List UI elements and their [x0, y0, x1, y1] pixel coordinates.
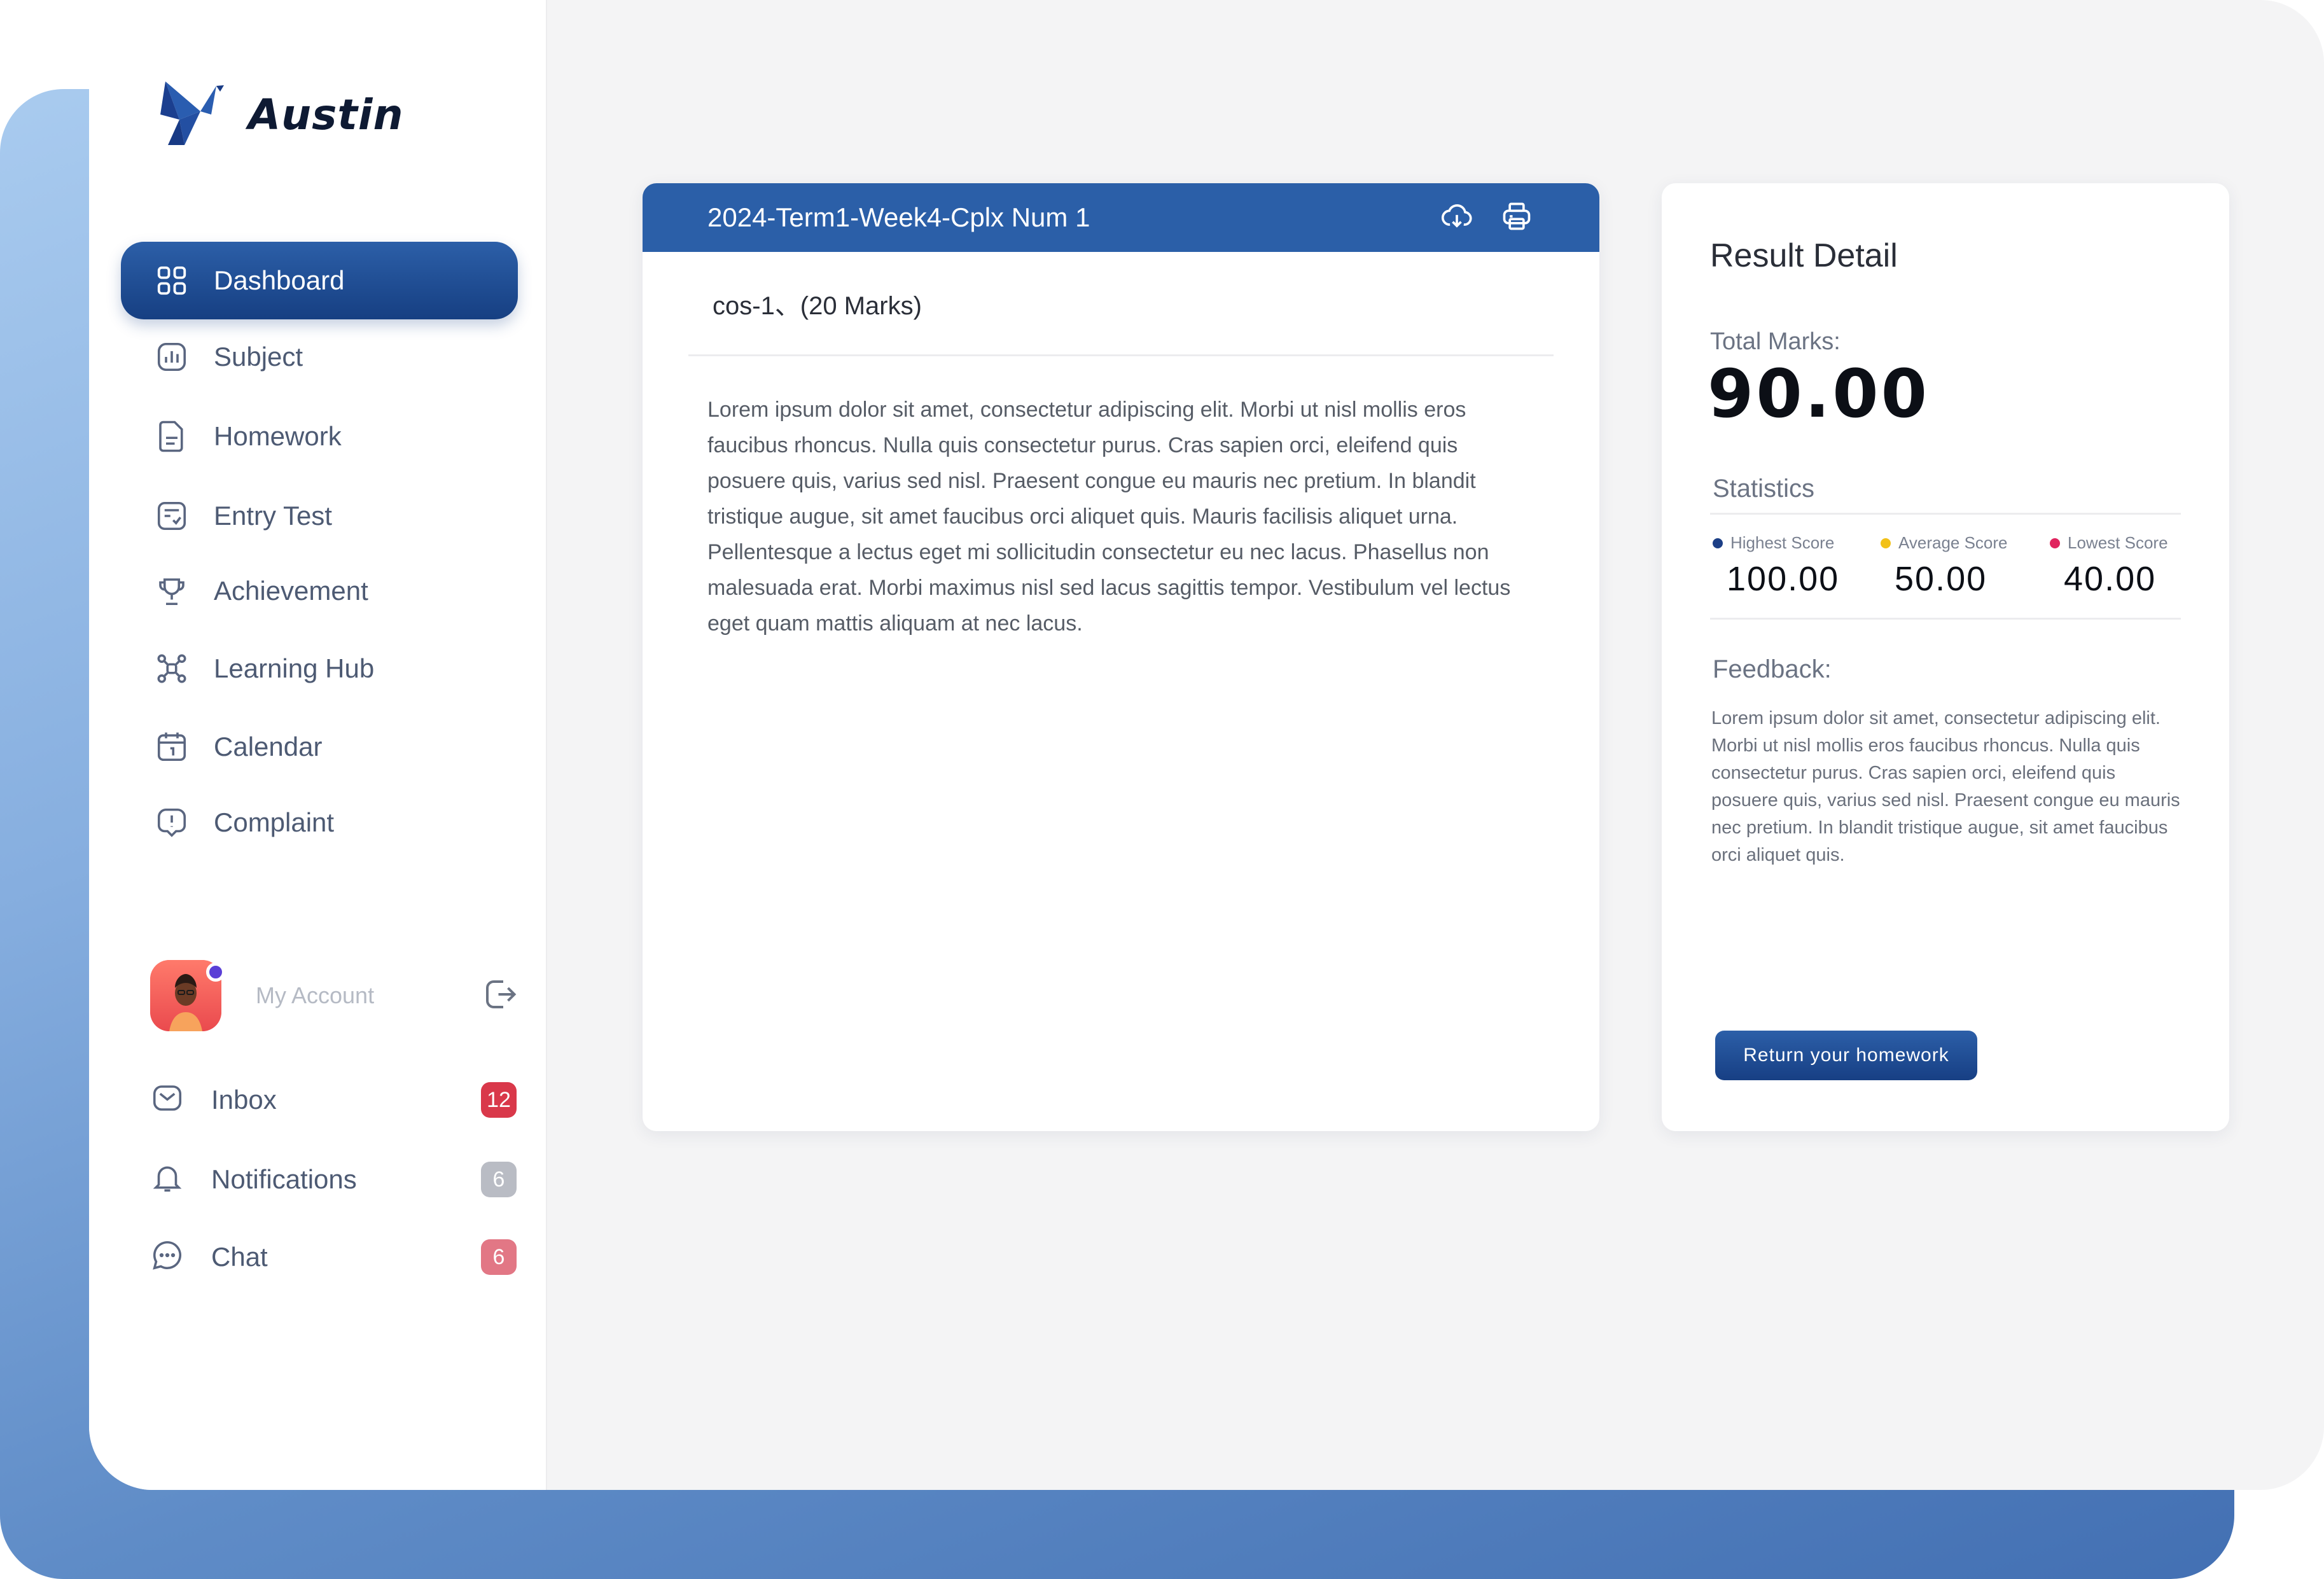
legend-dot-icon: [1881, 538, 1891, 548]
nav-label: Learning Hub: [214, 653, 375, 683]
sidebar-item-chat[interactable]: Chat 6: [150, 1228, 519, 1286]
question-body-text: Lorem ipsum dolor sit amet, consectetur …: [707, 398, 1511, 636]
test-icon: [153, 497, 191, 535]
notifications-label: Notifications: [211, 1164, 357, 1194]
nav-item-complaint[interactable]: Complaint: [121, 784, 518, 861]
legend-dot-icon: [1713, 538, 1723, 548]
dashboard-icon: [153, 261, 191, 300]
legend-dot-icon: [2050, 538, 2060, 548]
print-icon[interactable]: [1500, 200, 1536, 235]
homework-title: 2024-Term1-Week4-Cplx Num 1: [707, 202, 1090, 232]
sidebar-item-notifications[interactable]: Notifications 6: [150, 1151, 519, 1208]
complaint-icon: [153, 803, 191, 842]
notifications-count-badge: 6: [481, 1162, 517, 1197]
bird-logo-icon: [160, 81, 224, 145]
app-window: Austin Dashboard Subject Homework Entry …: [89, 0, 2324, 1490]
nav-label: Dashboard: [214, 265, 345, 295]
inbox-count-badge: 12: [481, 1082, 517, 1118]
nav-item-dashboard[interactable]: Dashboard: [121, 242, 518, 319]
document-icon: [153, 417, 191, 456]
nav-item-learning-hub[interactable]: Learning Hub: [121, 630, 518, 707]
network-icon: [153, 650, 191, 688]
divider: [1710, 618, 2181, 620]
account-row: My Account: [150, 957, 519, 1034]
chat-count-badge: 6: [481, 1239, 517, 1275]
my-account-link[interactable]: My Account: [256, 982, 481, 1009]
trophy-icon: [153, 572, 191, 610]
question-heading: cos-1、(20 Marks): [688, 252, 1554, 356]
feedback-label: Feedback:: [1713, 655, 1832, 683]
stat-value: 40.00: [2064, 560, 2157, 598]
homework-card: 2024-Term1-Week4-Cplx Num 1 cos-1、(20 Ma…: [643, 183, 1599, 1131]
total-marks-label: Total Marks:: [1710, 328, 1840, 355]
stat-label: Average Score: [1898, 533, 2008, 552]
nav-item-homework[interactable]: Homework: [121, 398, 518, 475]
chat-label: Chat: [211, 1242, 268, 1272]
feedback-text: Lorem ipsum dolor sit amet, consectetur …: [1711, 708, 2180, 865]
nav-label: Complaint: [214, 807, 335, 837]
mail-icon: [150, 1081, 188, 1119]
nav-item-calendar[interactable]: Calendar: [121, 708, 518, 786]
nav-item-entry-test[interactable]: Entry Test: [121, 477, 518, 555]
chat-icon: [150, 1238, 188, 1276]
nav-label: Calendar: [214, 732, 323, 762]
nav-label: Entry Test: [214, 501, 332, 531]
stat-highest: Highest Score 100.00: [1713, 533, 1865, 599]
stat-lowest: Lowest Score 40.00: [2050, 533, 2202, 599]
inbox-label: Inbox: [211, 1085, 277, 1115]
stat-value: 100.00: [1727, 560, 1840, 598]
cloud-download-icon[interactable]: [1440, 200, 1476, 235]
calendar-icon: [153, 728, 191, 766]
statistics-label: Statistics: [1713, 475, 1815, 503]
stat-label: Lowest Score: [2068, 533, 2168, 552]
stat-label: Highest Score: [1730, 533, 1835, 552]
sidebar-item-inbox[interactable]: Inbox 12: [150, 1071, 519, 1129]
brand-name: Austin: [248, 90, 404, 139]
online-status-dot: [206, 963, 225, 982]
homework-header: 2024-Term1-Week4-Cplx Num 1: [643, 183, 1599, 252]
avatar[interactable]: [150, 960, 225, 1031]
total-marks-value: 90.00: [1708, 355, 1930, 433]
bell-icon: [150, 1160, 188, 1199]
nav-item-achievement[interactable]: Achievement: [121, 552, 518, 630]
nav-item-subject[interactable]: Subject: [121, 318, 518, 396]
result-detail-card: Result Detail Total Marks: 90.00 Statist…: [1662, 183, 2229, 1131]
divider: [1710, 513, 2181, 515]
nav-label: Subject: [214, 342, 303, 372]
stat-average: Average Score 50.00: [1881, 533, 2033, 599]
nav-label: Homework: [214, 421, 342, 451]
result-detail-title: Result Detail: [1710, 237, 1898, 274]
chart-icon: [153, 338, 191, 376]
nav-label: Achievement: [214, 576, 368, 606]
return-homework-button[interactable]: Return your homework: [1715, 1031, 1977, 1080]
brand-logo[interactable]: Austin: [140, 76, 404, 153]
stat-value: 50.00: [1895, 560, 1987, 598]
sidebar: Austin Dashboard Subject Homework Entry …: [89, 0, 547, 1490]
screen: Austin Dashboard Subject Homework Entry …: [0, 0, 2324, 1579]
logout-icon[interactable]: [481, 975, 519, 1017]
